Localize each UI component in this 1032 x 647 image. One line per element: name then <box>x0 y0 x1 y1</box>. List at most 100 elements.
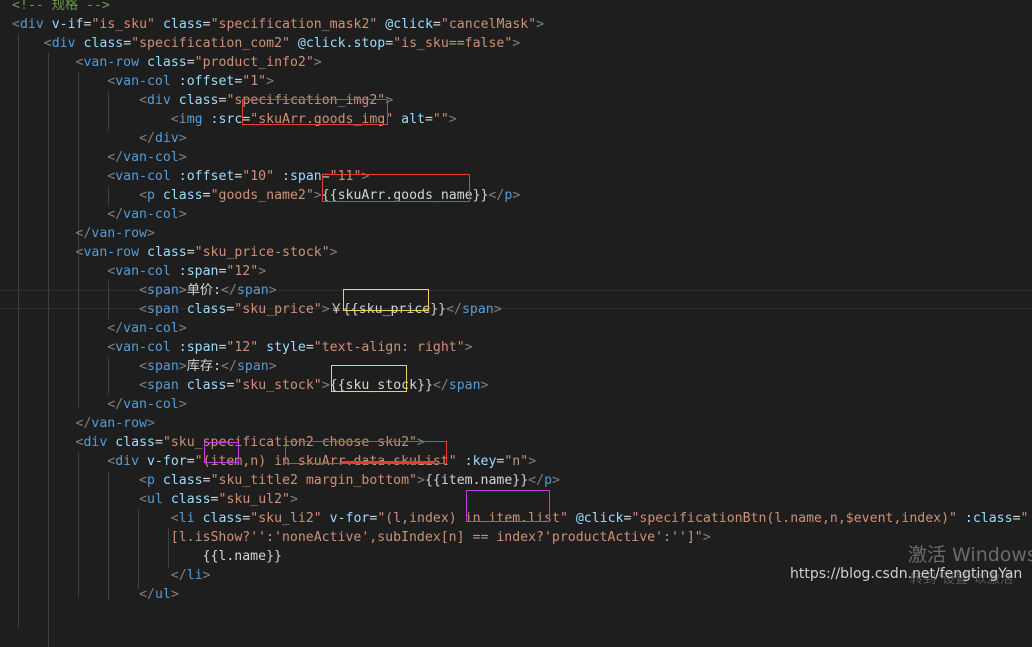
code-line[interactable]: [l.isShow?'':'noneActive',subIndex[n] ==… <box>12 528 711 547</box>
code-token: v-for <box>147 454 187 469</box>
code-token: </ <box>528 473 545 488</box>
code-token: > <box>266 74 275 89</box>
code-token: < <box>139 302 147 317</box>
code-line[interactable]: </div> <box>12 129 187 148</box>
code-token: > <box>552 473 560 488</box>
code-line[interactable]: </van-col> <box>12 148 186 167</box>
code-line[interactable]: <van-row class="sku_price-stock"> <box>12 243 338 262</box>
code-token: "" <box>432 112 449 127</box>
code-token: = <box>186 454 195 469</box>
code-line[interactable]: </van-row> <box>12 224 155 243</box>
code-token: van-row <box>83 55 140 70</box>
code-line[interactable]: <div class="specification_com2" @click.s… <box>12 34 520 53</box>
code-line[interactable]: <p class="sku_title2 margin_bottom">{{it… <box>12 471 560 490</box>
code-token: span <box>147 359 179 374</box>
code-token: span <box>147 302 179 317</box>
code-token: = <box>424 112 433 127</box>
code-token: "goods_name2" <box>210 188 314 203</box>
code-line[interactable]: </van-col> <box>12 319 186 338</box>
code-token: = <box>210 492 219 507</box>
code-token: ul <box>147 492 163 507</box>
code-line[interactable]: <span>单价:</span> <box>12 281 277 300</box>
code-line[interactable]: {{l.name}} <box>12 547 282 566</box>
code-token: span <box>147 283 179 298</box>
code-token: <!-- 规格 --> <box>12 0 110 13</box>
code-token: "sku_li2" <box>250 511 322 526</box>
code-line[interactable]: <ul class="sku_ul2"> <box>12 490 298 509</box>
code-line[interactable]: <span>库存:</span> <box>12 357 277 376</box>
code-token: p <box>147 473 155 488</box>
code-token: > <box>480 378 489 393</box>
code-token: style <box>266 340 306 355</box>
code-token: van-row <box>91 416 147 431</box>
code-token: :span <box>178 264 219 279</box>
code-token: class <box>162 17 203 32</box>
code-token: [l.isShow?'':'noneActive',subIndex[n] ==… <box>170 530 703 545</box>
code-token: "12" <box>226 340 259 355</box>
code-line[interactable]: </van-row> <box>12 414 155 433</box>
code-line[interactable]: <van-col :span="12" style="text-align: r… <box>12 338 472 357</box>
code-line[interactable]: </ul> <box>12 585 179 604</box>
code-token: van-col <box>115 340 171 355</box>
code-line[interactable]: </li> <box>12 566 211 585</box>
code-token: "10" <box>242 169 275 184</box>
code-token: div <box>154 131 179 146</box>
code-line[interactable]: <van-col :offset="1"> <box>12 72 274 91</box>
code-line[interactable]: <!-- 规格 --> <box>12 0 110 15</box>
code-token: div <box>19 17 44 32</box>
code-line[interactable]: <img :src="skuArr.goods_img" alt=""> <box>12 110 457 129</box>
code-token: = <box>186 55 195 70</box>
code-token: "12" <box>226 264 259 279</box>
code-token: span <box>236 359 269 374</box>
code-token: < <box>139 283 147 298</box>
code-token: ul <box>154 587 171 602</box>
code-token: </ <box>221 283 237 298</box>
code-line[interactable]: <van-col :span="12"> <box>12 262 266 281</box>
code-token: > <box>147 416 155 431</box>
code-token: "specificationBtn(l.name,n,$event,index)… <box>631 511 957 526</box>
code-token: v-for <box>329 511 370 526</box>
annotation-goods-name-box <box>322 174 470 202</box>
code-token: " <box>1020 511 1029 526</box>
code-line[interactable]: </van-col> <box>12 205 186 224</box>
code-token: class <box>147 245 187 260</box>
annotation-goods-img-box <box>242 99 388 125</box>
code-editor[interactable]: <!-- 规格 --> <div v-if="is_sku" class="spe… <box>0 0 1032 647</box>
code-token: > <box>417 473 425 488</box>
code-line[interactable]: <div v-for="(item,n) in skuArr.data.skuL… <box>12 452 536 471</box>
code-token: </ <box>107 321 124 336</box>
code-token: < <box>43 36 52 51</box>
code-token: @click <box>575 511 624 526</box>
code-line[interactable]: <van-col :offset="10" :span="11"> <box>12 167 369 186</box>
code-token: < <box>139 93 147 108</box>
code-line[interactable]: <span class="sku_stock">{{sku_stock}}</s… <box>12 376 489 395</box>
code-token: li <box>186 568 203 583</box>
code-line[interactable]: <van-row class="product_info2"> <box>12 53 322 72</box>
code-token: img <box>178 112 203 127</box>
code-line[interactable]: <div v-if="is_sku" class="specification_… <box>12 15 544 34</box>
code-line[interactable]: </van-col> <box>12 395 186 414</box>
annotation-sku-price-box <box>343 289 429 311</box>
code-token: > <box>258 264 267 279</box>
code-token: span <box>147 378 179 393</box>
code-token: class <box>147 55 187 70</box>
code-token: > <box>512 36 521 51</box>
code-token: </ <box>139 131 155 146</box>
code-token: </ <box>488 188 505 203</box>
code-token: "specification_com2" <box>131 36 290 51</box>
code-token: v-if <box>51 17 84 32</box>
code-token: :span <box>282 169 322 184</box>
